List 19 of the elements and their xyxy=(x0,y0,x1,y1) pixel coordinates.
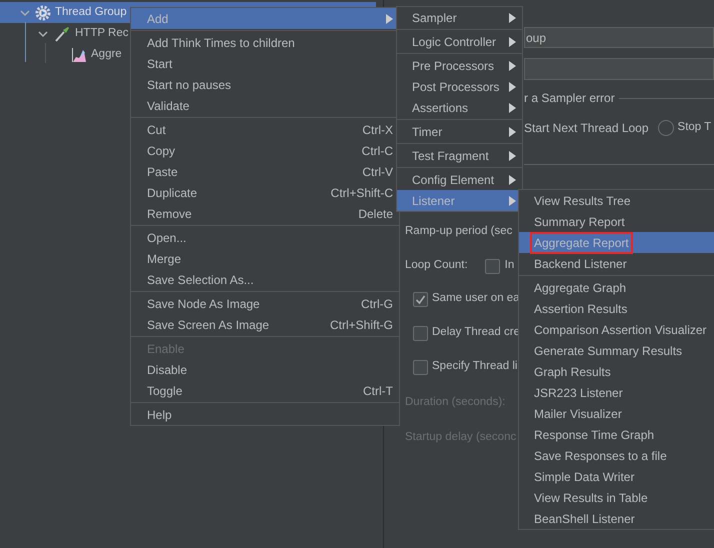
tree-label: Aggre xyxy=(91,46,122,62)
shortcut-label: Ctrl-C xyxy=(362,142,393,160)
group-label: r a Sampler error xyxy=(524,90,615,107)
shortcut-label: Ctrl-V xyxy=(362,164,393,180)
checkbox-label: In xyxy=(504,258,514,274)
tree-label: HTTP Rec xyxy=(75,26,128,41)
shortcut-label: Ctrl+Shift-G xyxy=(330,316,393,334)
field-label: Loop Count: xyxy=(405,258,468,274)
checkbox-label: Specify Thread li xyxy=(432,359,518,374)
shortcut-label: Delete xyxy=(358,206,393,222)
shortcut-label: Ctrl-T xyxy=(363,382,393,400)
radio-label: Stop T xyxy=(678,120,712,136)
tree-label: Thread Group xyxy=(55,4,127,20)
shortcut-label: Ctrl-G xyxy=(361,296,393,312)
shortcut-label: Ctrl-X xyxy=(362,122,393,138)
shortcut-label: Ctrl+Shift-C xyxy=(330,184,393,202)
field-label: Ramp-up period (sec xyxy=(405,224,512,239)
radio-label: Start Next Thread Loop xyxy=(524,120,649,137)
highlight-frame: Aggregate Report xyxy=(532,234,631,252)
